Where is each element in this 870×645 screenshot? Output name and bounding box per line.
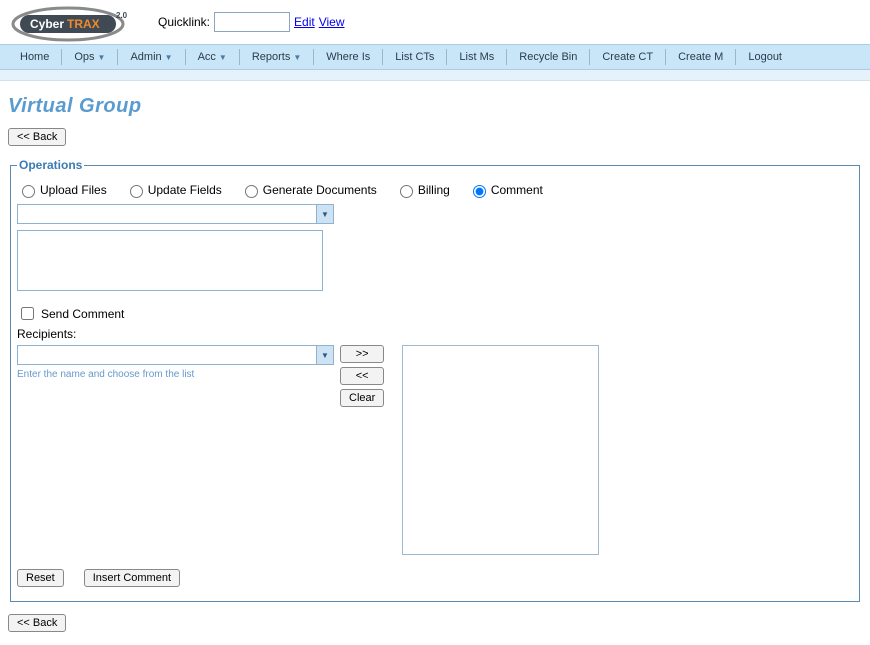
nav-logout[interactable]: Logout [735, 49, 794, 65]
app-logo: Cyber TRAX 2.0 [8, 4, 128, 40]
comment-type-input[interactable] [18, 205, 316, 223]
insert-comment-button[interactable]: Insert Comment [84, 569, 180, 587]
nav-recycle[interactable]: Recycle Bin [506, 49, 589, 65]
chevron-down-icon: ▼ [165, 53, 173, 62]
nav-listcts[interactable]: List CTs [382, 49, 446, 65]
add-recipient-button[interactable]: >> [340, 345, 384, 363]
main-nav: Home Ops▼ Admin▼ Acc▼ Reports▼ Where Is … [0, 44, 870, 70]
clear-recipients-button[interactable]: Clear [340, 389, 384, 407]
chevron-down-icon: ▼ [219, 53, 227, 62]
nav-admin[interactable]: Admin▼ [117, 49, 184, 65]
recipients-listbox[interactable] [402, 345, 599, 555]
radio-update-fields[interactable]: Update Fields [125, 182, 222, 198]
chevron-down-icon[interactable]: ▼ [316, 205, 333, 223]
comment-type-combo[interactable]: ▼ [17, 204, 334, 224]
operations-panel: Operations Upload Files Update Fields Ge… [10, 158, 860, 602]
svg-text:Cyber: Cyber [30, 17, 64, 31]
recipients-input[interactable] [18, 346, 316, 364]
radio-upload-files[interactable]: Upload Files [17, 182, 107, 198]
back-button-bottom[interactable]: << Back [8, 614, 66, 632]
nav-createm[interactable]: Create M [665, 49, 735, 65]
quicklink-edit-link[interactable]: Edit [294, 15, 315, 29]
svg-text:2.0: 2.0 [116, 11, 128, 20]
quicklink-input[interactable] [214, 12, 290, 32]
recipients-combo[interactable]: ▼ [17, 345, 334, 365]
nav-createct[interactable]: Create CT [589, 49, 665, 65]
back-button-top[interactable]: << Back [8, 128, 66, 146]
quicklink-label: Quicklink: [158, 15, 210, 29]
recipients-hint: Enter the name and choose from the list [17, 369, 332, 380]
recipients-label: Recipients: [17, 327, 853, 341]
reset-button[interactable]: Reset [17, 569, 64, 587]
radio-comment[interactable]: Comment [468, 182, 543, 198]
nav-whereis[interactable]: Where Is [313, 49, 382, 65]
nav-acc[interactable]: Acc▼ [185, 49, 239, 65]
nav-ops[interactable]: Ops▼ [61, 49, 117, 65]
nav-reports[interactable]: Reports▼ [239, 49, 313, 65]
nav-listms[interactable]: List Ms [446, 49, 506, 65]
page-title: Virtual Group [8, 95, 862, 118]
radio-generate-documents[interactable]: Generate Documents [240, 182, 377, 198]
send-comment-label: Send Comment [41, 307, 124, 321]
chevron-down-icon: ▼ [98, 53, 106, 62]
quicklink-view-link[interactable]: View [319, 15, 345, 29]
comment-textarea[interactable] [17, 230, 323, 291]
chevron-down-icon[interactable]: ▼ [316, 346, 333, 364]
nav-home[interactable]: Home [8, 49, 61, 65]
send-comment-checkbox[interactable] [21, 307, 34, 320]
radio-billing[interactable]: Billing [395, 182, 450, 198]
chevron-down-icon: ▼ [293, 53, 301, 62]
remove-recipient-button[interactable]: << [340, 367, 384, 385]
operations-legend: Operations [17, 158, 84, 172]
svg-text:TRAX: TRAX [67, 17, 100, 31]
